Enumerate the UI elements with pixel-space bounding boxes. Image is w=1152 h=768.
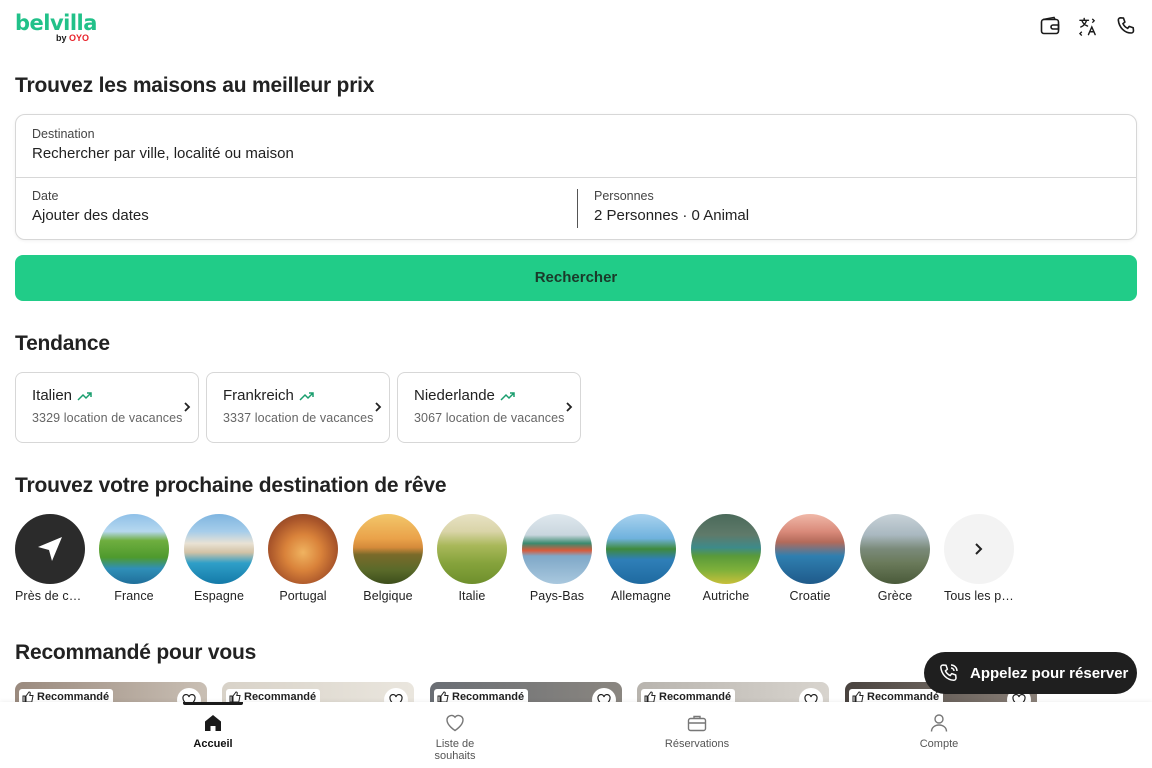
persons-value[interactable]: 2 Personnes · 0 Animal bbox=[594, 207, 1120, 224]
destination-image bbox=[353, 514, 423, 584]
trending-card-italien[interactable]: Italien 3329 location de vacances bbox=[15, 372, 199, 443]
trending-up-icon bbox=[500, 391, 515, 401]
destination-input[interactable]: Rechercher par ville, localité ou maison bbox=[32, 145, 1120, 162]
search-form: Destination Rechercher par ville, locali… bbox=[15, 114, 1137, 240]
destination-allemagne[interactable]: Allemagne bbox=[599, 514, 683, 603]
destination-grece[interactable]: Grèce bbox=[853, 514, 937, 603]
hero-title: Trouvez les maisons au meilleur prix bbox=[15, 74, 375, 97]
logo-wordmark: belvilla bbox=[15, 11, 97, 35]
destination-label: Destination bbox=[32, 127, 95, 141]
nav-wishlist[interactable]: Liste de souhaits bbox=[395, 702, 515, 762]
destination-label: Italie bbox=[458, 589, 486, 603]
destination-label: Autriche bbox=[702, 589, 750, 603]
logo-by-text: by bbox=[56, 33, 70, 43]
trending-title: Tendance bbox=[15, 332, 110, 355]
persons-field[interactable]: Personnes 2 Personnes · 0 Animal bbox=[578, 178, 1136, 240]
trending-count: 3337 location de vacances bbox=[223, 411, 374, 425]
header-actions bbox=[1040, 15, 1136, 37]
destination-image bbox=[99, 514, 169, 584]
logo-oyo-text: OYO bbox=[69, 33, 90, 43]
call-to-book-label: Appelez pour réserver bbox=[970, 664, 1129, 682]
trending-name: Italien bbox=[32, 387, 73, 404]
destination-image bbox=[860, 514, 930, 584]
phone-call-icon bbox=[940, 664, 958, 681]
date-input[interactable]: Ajouter des dates bbox=[32, 207, 561, 224]
destination-label: Belgique bbox=[363, 589, 413, 603]
nav-home[interactable]: Accueil bbox=[153, 702, 273, 750]
destination-france[interactable]: France bbox=[92, 514, 176, 603]
destinations-title: Trouvez votre prochaine destination de r… bbox=[15, 474, 447, 497]
destination-label: Allemagne bbox=[611, 589, 671, 603]
destination-italie[interactable]: Italie bbox=[430, 514, 514, 603]
wallet-icon[interactable] bbox=[1040, 15, 1060, 37]
destination-belgique[interactable]: Belgique bbox=[346, 514, 430, 603]
heart-icon bbox=[395, 712, 515, 734]
destination-image bbox=[522, 514, 592, 584]
call-to-book-button[interactable]: Appelez pour réserver bbox=[924, 652, 1137, 694]
briefcase-icon bbox=[637, 712, 757, 734]
destination-nearby[interactable]: Près de chez vous bbox=[8, 514, 92, 603]
nav-label: Accueil bbox=[193, 738, 233, 750]
destination-autriche[interactable]: Autriche bbox=[684, 514, 768, 603]
trending-name: Frankreich bbox=[223, 387, 294, 404]
destination-label: Portugal bbox=[279, 589, 327, 603]
destination-label: Espagne bbox=[193, 589, 245, 603]
trending-up-icon bbox=[299, 391, 314, 401]
persons-label: Personnes bbox=[594, 189, 654, 203]
destination-label: Pays-Bas bbox=[529, 589, 585, 603]
trending-card-frankreich[interactable]: Frankreich 3337 location de vacances bbox=[206, 372, 390, 443]
destination-label: France bbox=[114, 589, 154, 603]
destination-image bbox=[775, 514, 845, 584]
destination-portugal[interactable]: Portugal bbox=[261, 514, 345, 603]
bottom-navigation: Accueil Liste de souhaits Réservations C… bbox=[0, 702, 1152, 768]
nav-label: Réservations bbox=[664, 738, 730, 750]
destination-espagne[interactable]: Espagne bbox=[177, 514, 261, 603]
nav-label: Liste de souhaits bbox=[434, 738, 476, 762]
chevron-right-icon bbox=[566, 402, 573, 412]
belvilla-logo[interactable]: belvilla by OYO bbox=[15, 11, 97, 43]
header: belvilla by OYO bbox=[0, 0, 1152, 56]
chevron-right-icon bbox=[944, 514, 1014, 584]
nav-reservations[interactable]: Réservations bbox=[637, 702, 757, 750]
trending-card-niederlande[interactable]: Niederlande 3067 location de vacances bbox=[397, 372, 581, 443]
destination-all-countries[interactable]: Tous les pays bbox=[937, 514, 1021, 603]
destination-image bbox=[184, 514, 254, 584]
chevron-right-icon bbox=[375, 402, 382, 412]
destination-field[interactable]: Destination Rechercher par ville, locali… bbox=[16, 115, 1136, 178]
date-label: Date bbox=[32, 189, 59, 203]
destination-label: Près de chez vous bbox=[15, 589, 85, 603]
destination-image bbox=[606, 514, 676, 584]
destination-label: Grèce bbox=[877, 589, 913, 603]
date-field[interactable]: Date Ajouter des dates bbox=[16, 178, 577, 240]
translate-icon[interactable] bbox=[1078, 15, 1098, 37]
destination-croatie[interactable]: Croatie bbox=[768, 514, 852, 603]
destination-image bbox=[437, 514, 507, 584]
destination-label: Croatie bbox=[789, 589, 831, 603]
destination-pays-bas[interactable]: Pays-Bas bbox=[515, 514, 599, 603]
trending-name: Niederlande bbox=[414, 387, 495, 404]
logo-by-oyo: by OYO bbox=[56, 33, 89, 43]
chevron-right-icon bbox=[184, 402, 191, 412]
destination-label: Tous les pays bbox=[944, 589, 1014, 603]
nav-label: Compte bbox=[919, 738, 959, 750]
trending-up-icon bbox=[77, 391, 92, 401]
trending-count: 3329 location de vacances bbox=[32, 411, 183, 425]
trending-count: 3067 location de vacances bbox=[414, 411, 565, 425]
user-icon bbox=[879, 712, 999, 734]
destination-image bbox=[691, 514, 761, 584]
navigation-arrow-icon bbox=[15, 514, 85, 584]
nav-account[interactable]: Compte bbox=[879, 702, 999, 750]
search-button[interactable]: Rechercher bbox=[15, 255, 1137, 301]
home-icon bbox=[153, 712, 273, 734]
recommended-title: Recommandé pour vous bbox=[15, 641, 257, 664]
destination-image bbox=[268, 514, 338, 584]
phone-icon[interactable] bbox=[1116, 15, 1136, 37]
